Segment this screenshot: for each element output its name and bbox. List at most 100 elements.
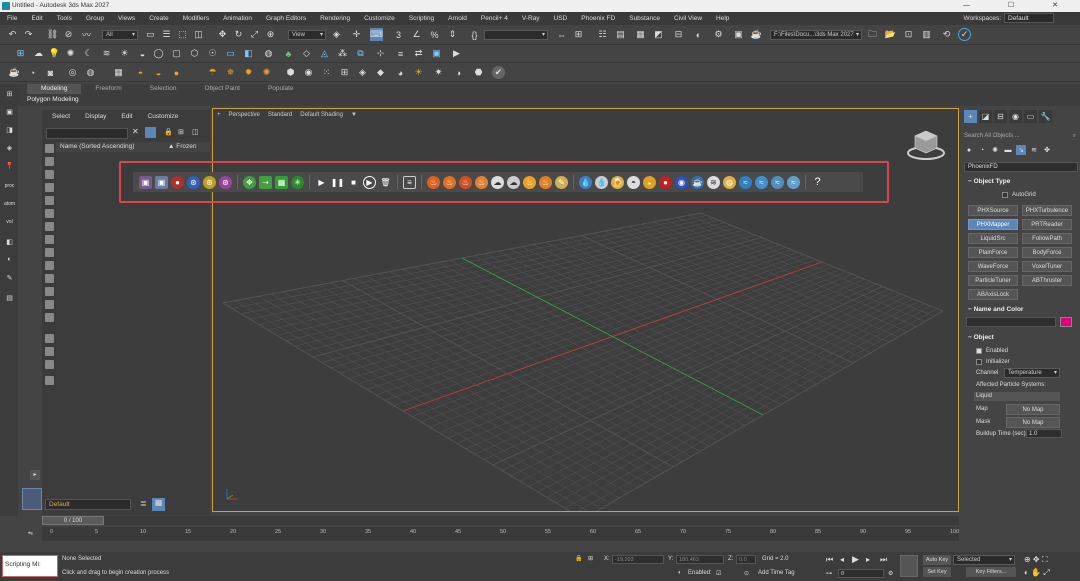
orbit-icon[interactable]: ◐ ✋ ⤢ <box>1024 568 1050 578</box>
lights-icon[interactable]: ✺ <box>990 145 1000 155</box>
material-editor-icon[interactable]: ◐ <box>692 28 705 41</box>
lock-icon[interactable]: 🔒 <box>164 128 173 136</box>
utility-icon[interactable]: ◧ <box>4 236 15 247</box>
systems-icon[interactable]: ✤ <box>1042 145 1052 155</box>
smoke-icon[interactable]: ☁ <box>507 175 520 189</box>
sphere-light-icon[interactable]: ◯ <box>152 47 165 60</box>
moon-icon[interactable]: ☾ <box>82 47 95 60</box>
time-tag-icon[interactable]: ⊙ <box>744 570 749 577</box>
pivot-icon[interactable]: ◈ <box>330 28 343 41</box>
named-selection-dropdown[interactable] <box>484 30 548 40</box>
menu-phoenix-fd[interactable]: Phoenix FD <box>574 15 622 22</box>
modify-tab-icon[interactable]: ◪ <box>979 110 992 123</box>
skydome-icon[interactable]: ✺ <box>260 66 273 79</box>
spinner-snap-icon[interactable]: ⇕ <box>446 28 459 41</box>
select-object-icon[interactable]: ▭ <box>144 28 157 41</box>
mesh-light-icon[interactable]: ⬡ <box>188 47 201 60</box>
ocean-icon[interactable]: ≈ <box>739 175 752 189</box>
scene-explorer-icon[interactable]: ☷ <box>596 28 609 41</box>
fur-icon[interactable]: ♣ <box>282 47 295 60</box>
window-crossing-icon[interactable]: ◫ <box>192 28 205 41</box>
zoom-extents-icon[interactable]: ⊕ ✥ ⛶ <box>1024 555 1047 565</box>
scene-menu-select[interactable]: Select <box>42 113 75 120</box>
ribbon-tab-selection[interactable]: Selection <box>136 84 191 94</box>
helpers-icon[interactable]: ↘ <box>1016 145 1026 155</box>
geometry-icon[interactable]: ● <box>964 145 974 155</box>
lamp-icon[interactable]: ◓ <box>134 66 147 79</box>
render-frame-icon[interactable]: ▣ <box>732 28 745 41</box>
menu-animation[interactable]: Animation <box>216 15 259 22</box>
viewport-display-label[interactable]: Default Shading <box>300 112 343 118</box>
ipr-icon[interactable]: ▶ <box>450 47 463 60</box>
filter-cameras-icon[interactable] <box>45 183 54 192</box>
ribbon-toggle-icon[interactable]: ▦ <box>634 28 647 41</box>
menu-file[interactable]: File <box>0 15 24 22</box>
modify-icon[interactable]: ▣ <box>4 106 15 117</box>
material-converter-icon[interactable]: ⇄ <box>412 47 425 60</box>
frame-buffer-icon[interactable]: ▣ <box>430 47 443 60</box>
menu-help[interactable]: Help <box>709 15 736 22</box>
time-slider-knob[interactable]: 0 / 100 <box>42 516 104 525</box>
menu-arnold[interactable]: Arnold <box>441 15 474 22</box>
hierarchy-icon[interactable]: ◨ <box>4 124 15 135</box>
menu-tools[interactable]: Tools <box>50 15 79 22</box>
voxeltuner-button[interactable]: VoxelTuner <box>1022 261 1072 272</box>
display-children-icon[interactable] <box>45 334 54 343</box>
sun-icon[interactable]: ✺ <box>64 47 77 60</box>
filter-warps-icon[interactable] <box>45 209 54 218</box>
list-icon[interactable]: ≡ <box>403 175 416 189</box>
filter-lights-icon[interactable] <box>45 170 54 179</box>
unlink-icon[interactable]: ⊘ <box>62 28 75 41</box>
z-coordinate[interactable]: 0.0 <box>736 555 756 564</box>
bowl-icon[interactable]: ◒ <box>643 175 656 189</box>
workspace-dropdown[interactable]: Default <box>1004 13 1054 23</box>
funnel-icon[interactable] <box>45 376 54 385</box>
material-icon[interactable]: ◎ <box>66 66 79 79</box>
layer-view-icon[interactable]: ◫ <box>192 128 199 136</box>
timeline-ruler[interactable]: 0 5 10 15 20 25 30 35 40 45 50 55 60 65 70 75 80 85 90 95 10… <box>42 527 959 541</box>
auto-key-button[interactable]: Auto Key <box>923 555 951 565</box>
splash-icon[interactable]: ◍ <box>723 175 736 189</box>
key-mode-icon[interactable]: ⊶ <box>826 570 832 577</box>
render-region-icon[interactable]: ◙ <box>44 66 57 79</box>
rect-selection-icon[interactable]: ⬚ <box>176 28 189 41</box>
fire-light-icon[interactable]: ☀ <box>412 66 425 79</box>
voxel-icon[interactable]: ▦ <box>275 175 288 189</box>
add-time-tag[interactable]: Add Time Tag <box>758 570 795 576</box>
motion-tab-icon[interactable]: ◉ <box>1009 110 1022 123</box>
object-search-input[interactable]: Search All Objects ... ⌕ <box>964 131 1078 141</box>
prev-frame-icon[interactable]: ◂ <box>840 555 844 564</box>
scene-menu-customize[interactable]: Customize <box>138 113 184 120</box>
mirror-icon[interactable]: ⇔ <box>555 28 568 41</box>
ocean-icon[interactable]: ≈ <box>787 175 800 189</box>
menu-create[interactable]: Create <box>142 15 176 22</box>
plainforce-button[interactable]: PlainForce <box>968 247 1018 258</box>
burst-icon[interactable]: ✳ <box>291 175 304 189</box>
viewport-pov-label[interactable]: Perspective <box>229 112 260 118</box>
teapot-icon[interactable]: ☕ <box>8 66 21 79</box>
space-warps-icon[interactable]: ≋ <box>1029 145 1039 155</box>
move-icon[interactable]: ✥ <box>243 175 256 189</box>
window-controls[interactable]: — ☐ ✕ <box>963 0 1076 12</box>
motion-icon[interactable]: ◈ <box>4 142 15 153</box>
check-icon[interactable]: ✓ <box>958 28 971 41</box>
menu-modifiers[interactable]: Modifiers <box>176 15 216 22</box>
create-icon[interactable]: ⊞ <box>4 88 15 99</box>
menu-civil-view[interactable]: Civil View <box>667 15 709 22</box>
imager-icon[interactable]: ◑ <box>452 66 465 79</box>
phxmapper-button[interactable]: PHXMapper <box>968 219 1018 230</box>
play-icon[interactable]: ▶ <box>315 176 328 189</box>
ocean-icon[interactable]: ≈ <box>755 175 768 189</box>
autogrid-checkbox[interactable] <box>1002 192 1008 198</box>
vortex-icon[interactable]: ⊛ <box>187 175 200 189</box>
menu-scripting[interactable]: Scripting <box>402 15 441 22</box>
vray-sun-icon[interactable]: ☀ <box>118 47 131 60</box>
operator-icon[interactable]: ✷ <box>432 66 445 79</box>
fluid-icon[interactable]: ⁙ <box>320 66 333 79</box>
liquid-icon[interactable]: 💧 <box>579 175 592 189</box>
select-by-name-icon[interactable]: ☰ <box>160 28 173 41</box>
smoke-icon[interactable]: ☁ <box>491 175 504 189</box>
brush-icon[interactable]: ✎ <box>555 175 568 189</box>
name-color-rollout[interactable]: Name and Color <box>964 306 1078 313</box>
denoiser-icon[interactable]: ⬣ <box>472 66 485 79</box>
